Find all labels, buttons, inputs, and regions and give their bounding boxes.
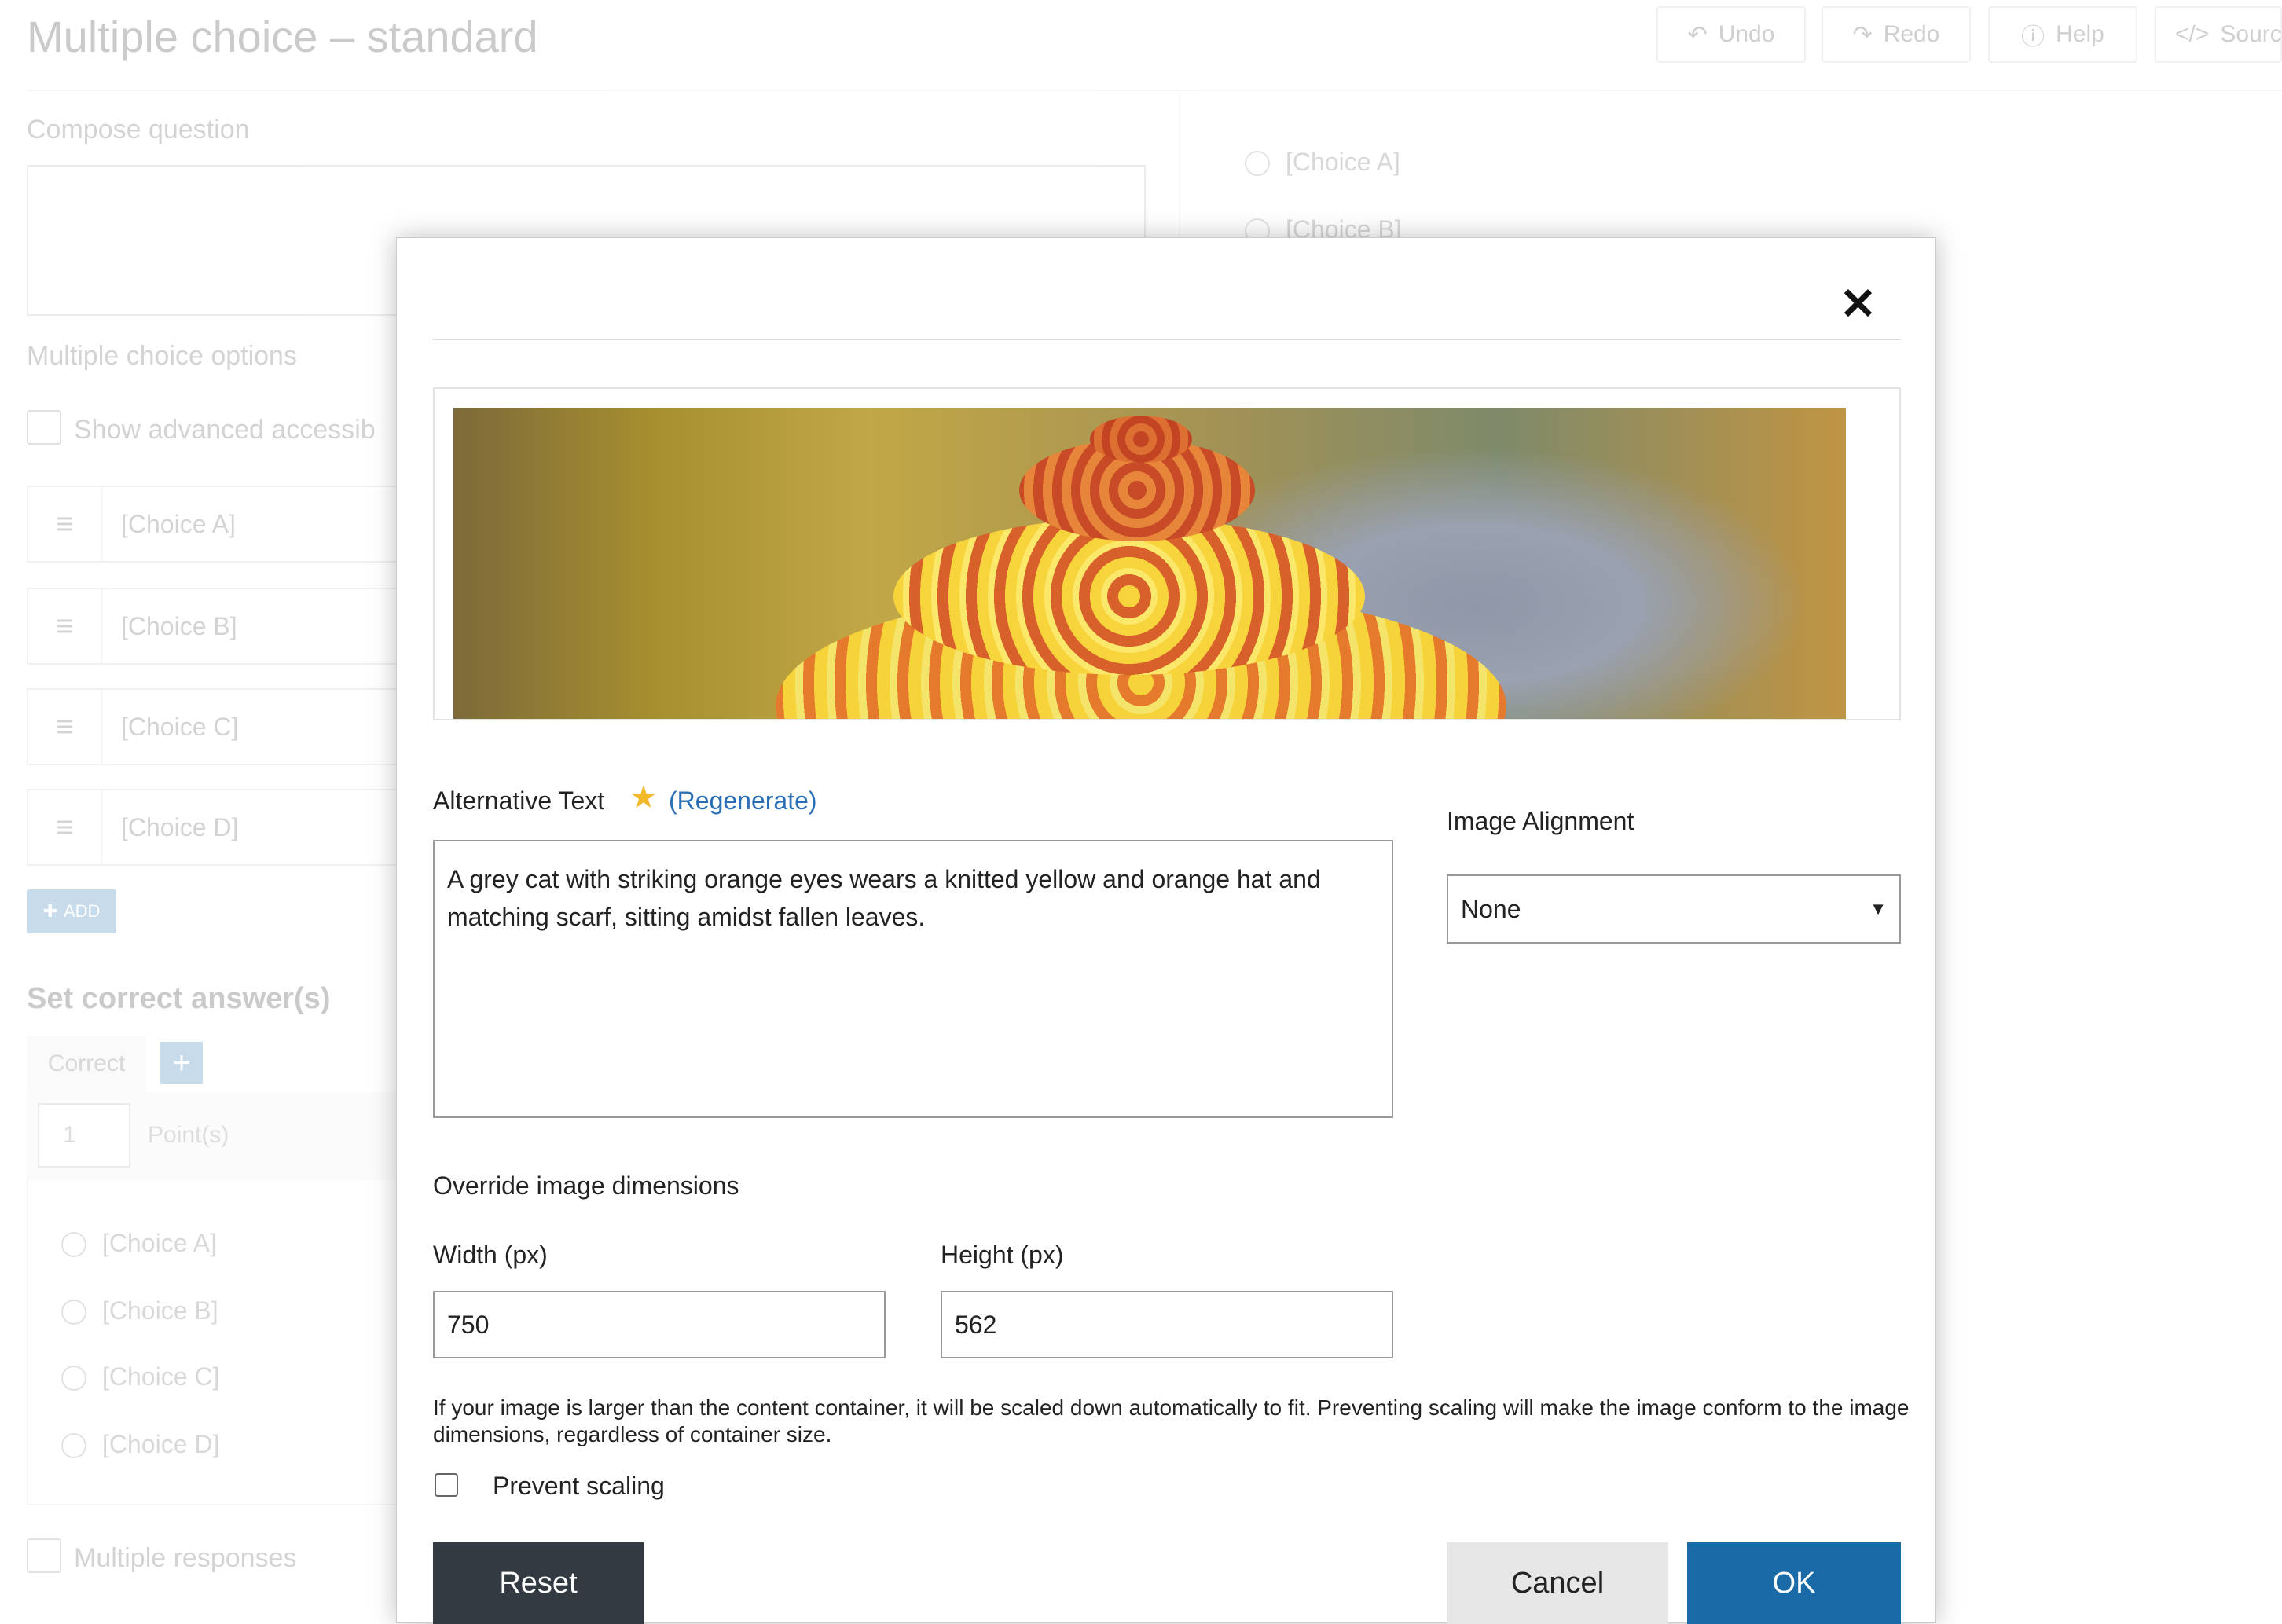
image-alignment-select[interactable]: None ▼ bbox=[1447, 874, 1901, 944]
tab-correct[interactable]: Correct bbox=[27, 1036, 146, 1092]
drag-handle-icon[interactable]: ≡ bbox=[28, 790, 102, 864]
undo-icon: ↶ bbox=[1687, 21, 1708, 48]
advanced-accessibility-checkbox[interactable] bbox=[27, 410, 61, 445]
regenerate-link[interactable]: (Regenerate) bbox=[669, 786, 817, 816]
choice-text: [Choice C] bbox=[121, 712, 239, 741]
source-button[interactable]: </> Source bbox=[2155, 6, 2282, 63]
override-dimensions-label: Override image dimensions bbox=[433, 1171, 739, 1200]
compose-label: Compose question bbox=[27, 115, 250, 145]
star-icon: ★ bbox=[629, 780, 658, 815]
image-preview bbox=[453, 408, 1846, 719]
set-correct-heading: Set correct answer(s) bbox=[27, 982, 331, 1015]
points-label: Point(s) bbox=[148, 1122, 229, 1148]
drag-handle-icon[interactable]: ≡ bbox=[28, 589, 102, 663]
height-input[interactable] bbox=[941, 1291, 1393, 1358]
code-icon: </> bbox=[2175, 21, 2210, 47]
source-label: Source bbox=[2220, 21, 2282, 47]
undo-button[interactable]: ↶ Undo bbox=[1656, 6, 1806, 63]
knitted-hat-image bbox=[1090, 416, 1192, 463]
help-label: Help bbox=[2056, 21, 2104, 47]
ok-button[interactable]: OK bbox=[1687, 1542, 1901, 1624]
redo-icon: ↷ bbox=[1852, 21, 1873, 48]
add-choice-button[interactable]: ✚ ADD bbox=[27, 889, 116, 933]
drag-handle-icon[interactable]: ≡ bbox=[28, 690, 102, 764]
choice-text: [Choice A] bbox=[121, 509, 236, 538]
multiple-responses-label: Multiple responses bbox=[74, 1543, 297, 1573]
choice-text: [Choice B] bbox=[121, 611, 237, 640]
image-preview-frame bbox=[433, 387, 1901, 720]
answer-label: [Choice A] bbox=[102, 1229, 217, 1257]
page-title: Multiple choice – standard bbox=[27, 12, 538, 61]
alignment-value: None bbox=[1461, 894, 1521, 923]
alt-text-field[interactable]: A grey cat with striking orange eyes wea… bbox=[433, 840, 1393, 1118]
answer-label: [Choice C] bbox=[102, 1362, 220, 1391]
advanced-accessibility-label: Show advanced accessib bbox=[74, 415, 376, 445]
drag-handle-icon[interactable]: ≡ bbox=[28, 487, 102, 561]
width-label: Width (px) bbox=[433, 1241, 548, 1269]
image-properties-dialog: ✕ Alternative Text ★ (Regenerate) A grey… bbox=[396, 237, 1936, 1624]
choice-text: [Choice D] bbox=[121, 812, 239, 841]
answer-radio[interactable] bbox=[61, 1433, 86, 1458]
info-icon: ⓘ bbox=[2021, 24, 2045, 50]
answer-label: [Choice B] bbox=[102, 1296, 218, 1325]
prevent-scaling-label: Prevent scaling bbox=[493, 1472, 665, 1500]
height-label: Height (px) bbox=[941, 1241, 1064, 1269]
prevent-scaling-checkbox[interactable] bbox=[435, 1473, 458, 1497]
toolbar-divider bbox=[27, 90, 2282, 91]
plus-icon: ✚ bbox=[42, 901, 57, 921]
redo-button[interactable]: ↷ Redo bbox=[1822, 6, 1971, 63]
add-label: ADD bbox=[63, 901, 101, 921]
options-label: Multiple choice options bbox=[27, 341, 297, 371]
plus-icon: + bbox=[172, 1045, 191, 1080]
answer-radio[interactable] bbox=[61, 1232, 86, 1257]
knitted-hat-image bbox=[893, 518, 1365, 675]
header-divider bbox=[433, 339, 1901, 340]
add-alternate-button[interactable]: + bbox=[160, 1042, 203, 1084]
answer-radio[interactable] bbox=[61, 1300, 86, 1325]
width-input[interactable] bbox=[433, 1291, 886, 1358]
cancel-button[interactable]: Cancel bbox=[1447, 1542, 1668, 1624]
undo-label: Undo bbox=[1718, 21, 1775, 47]
help-button[interactable]: ⓘ Help bbox=[1988, 6, 2137, 63]
redo-label: Redo bbox=[1883, 21, 1940, 47]
scaling-help-text: If your image is larger than the content… bbox=[433, 1395, 1910, 1446]
answer-radio[interactable] bbox=[61, 1366, 86, 1391]
caret-down-icon: ▼ bbox=[1869, 899, 1887, 918]
image-alignment-label: Image Alignment bbox=[1447, 807, 1634, 835]
answer-label: [Choice D] bbox=[102, 1430, 220, 1458]
preview-choice-label: [Choice A] bbox=[1286, 148, 1400, 176]
points-input[interactable]: 1 bbox=[38, 1103, 130, 1168]
reset-button[interactable]: Reset bbox=[433, 1542, 644, 1624]
alt-text-label: Alternative Text bbox=[433, 786, 605, 815]
close-icon[interactable]: ✕ bbox=[1840, 282, 1877, 326]
preview-radio[interactable] bbox=[1245, 151, 1270, 176]
multiple-responses-checkbox[interactable] bbox=[27, 1538, 61, 1573]
